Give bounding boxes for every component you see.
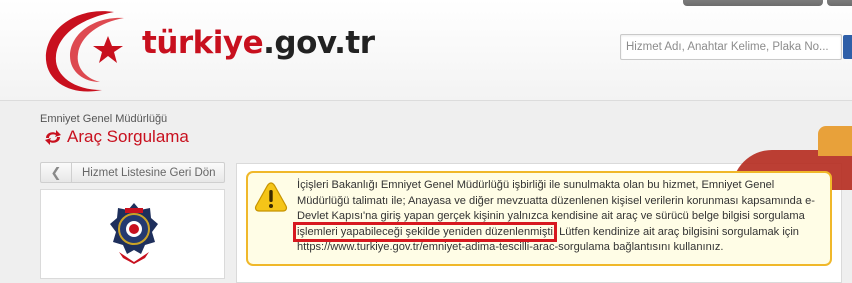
refresh-arrows-icon <box>45 130 61 145</box>
search-button[interactable] <box>843 35 852 59</box>
chevron-left-icon: ❮ <box>41 163 72 182</box>
notice-text-before: İçişleri Bakanlığı Emniyet Genel Müdürlü… <box>297 179 815 223</box>
back-to-services-button[interactable]: ❮ Hizmet Listesine Geri Dön <box>40 162 225 183</box>
breadcrumb[interactable]: Emniyet Genel Müdürlüğü <box>40 113 167 125</box>
back-button-label: Hizmet Listesine Geri Dön <box>82 166 216 179</box>
decorative-orange-banner <box>818 126 852 156</box>
notice-highlighted-text: işlemleri yapabileceği şekilde yeniden d… <box>293 221 557 242</box>
top-menu-tab-secondary[interactable] <box>827 0 852 6</box>
warning-icon <box>254 182 288 212</box>
site-header: türkiye.gov.tr <box>0 0 852 101</box>
search-input[interactable] <box>621 35 838 59</box>
page-title: Araç Sorgulama <box>43 127 189 147</box>
police-badge-icon <box>110 203 158 264</box>
page-title-text: Araç Sorgulama <box>67 127 189 146</box>
site-logo-text[interactable]: türkiye.gov.tr <box>142 25 375 61</box>
turkiye-crescent-logo-icon[interactable] <box>44 8 144 94</box>
warning-notice-text: İçişleri Bakanlığı Emniyet Genel Müdürlü… <box>293 178 827 256</box>
top-menu-tab[interactable] <box>683 0 823 6</box>
search-box <box>620 34 842 60</box>
institution-panel <box>40 189 225 279</box>
